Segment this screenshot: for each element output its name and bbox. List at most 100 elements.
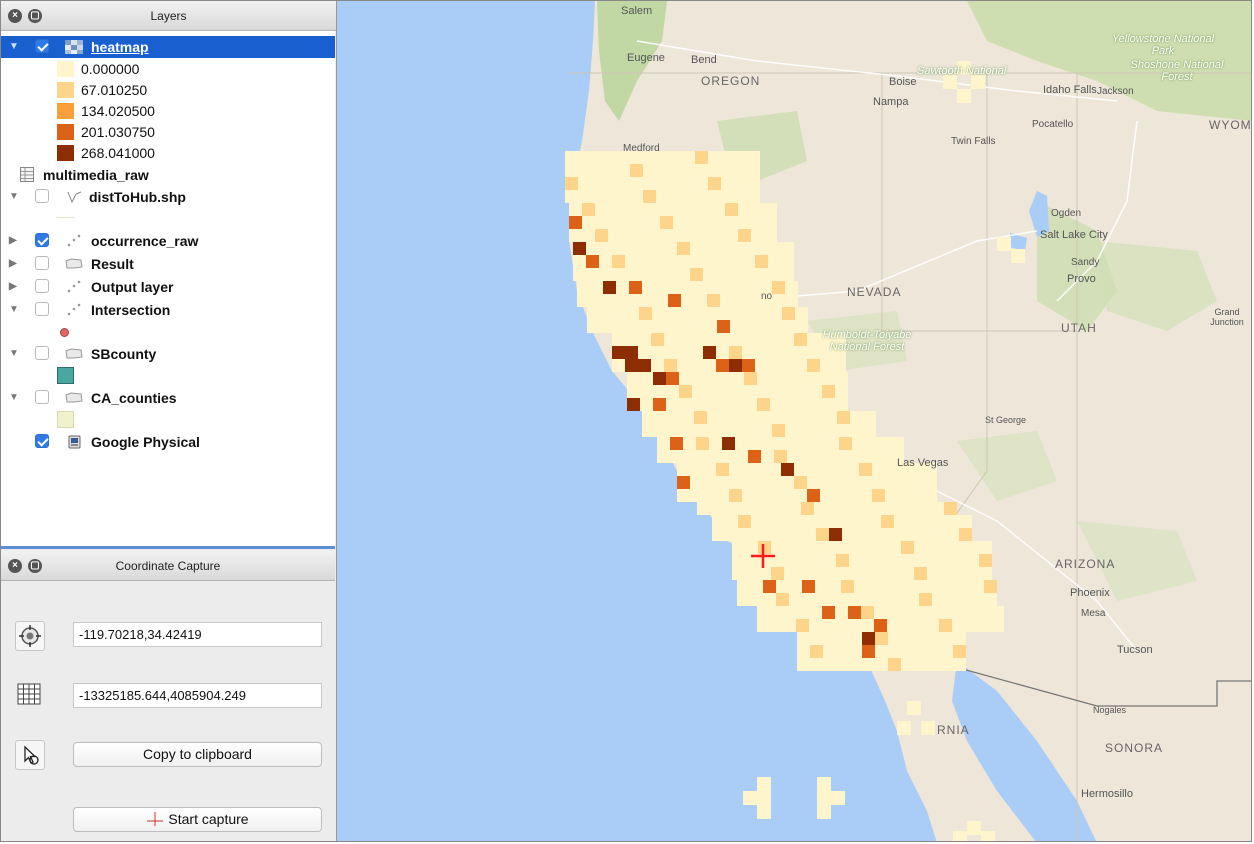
float-panel-icon[interactable]: ▢ (28, 559, 42, 573)
heatmap-cell (640, 398, 653, 411)
heatmap-cell (809, 398, 822, 411)
heatmap-cell (979, 567, 992, 580)
heatmap-cell (722, 437, 735, 450)
heatmap-cell (774, 450, 787, 463)
layer-visibility-checkbox[interactable] (35, 39, 49, 53)
heatmap-cell (763, 593, 776, 606)
heatmap-cell (612, 268, 625, 281)
expand-arrow-icon[interactable]: ▶ (9, 253, 17, 275)
layer-visibility-checkbox[interactable] (35, 390, 49, 404)
map-label-jackson: Jackson (1097, 86, 1134, 97)
heatmap-cell (887, 606, 900, 619)
layer-occurrence-raw[interactable]: ▶ occurrence_raw (1, 230, 335, 252)
heatmap-cell (885, 489, 898, 502)
collapse-arrow-icon[interactable]: ▼ (9, 299, 19, 321)
heatmap-cell (810, 554, 823, 567)
layer-google-physical[interactable]: Google Physical (1, 431, 335, 453)
heatmap-cell (841, 580, 854, 593)
heatmap-cell (872, 489, 885, 502)
float-panel-icon[interactable]: ▢ (28, 9, 42, 23)
collapse-arrow-icon[interactable]: ▼ (9, 36, 19, 58)
heatmap-cell (666, 398, 679, 411)
heatmap-cell (757, 372, 770, 385)
projected-crs-icon[interactable] (15, 681, 45, 711)
heatmap-cell (660, 229, 673, 242)
layer-multimedia-raw[interactable]: multimedia_raw (1, 164, 335, 186)
layer-ca-counties[interactable]: ▼ CA_counties (1, 387, 335, 409)
table-icon (20, 167, 34, 182)
layer-output[interactable]: ▶ Output layer (1, 276, 335, 298)
layer-visibility-checkbox[interactable] (35, 189, 49, 203)
heatmap-cell (772, 411, 785, 424)
heatmap-cell (617, 177, 630, 190)
heatmap-cell (612, 255, 625, 268)
heatmap-cell (621, 216, 634, 229)
layer-intersection[interactable]: ▼ Intersection (1, 299, 335, 321)
heatmap-cell (790, 528, 803, 541)
layer-sbcounty[interactable]: ▼ SBcounty (1, 343, 335, 365)
heatmap-cell (861, 606, 874, 619)
start-capture-button[interactable]: Start capture (73, 807, 322, 832)
collapse-arrow-icon[interactable]: ▼ (9, 186, 19, 208)
heatmap-cell (831, 791, 845, 805)
heatmap-cell (703, 242, 716, 255)
heatmap-cell (984, 593, 997, 606)
heatmap-cell (746, 424, 759, 437)
heatmap-cell (835, 385, 848, 398)
heatmap-cell (604, 177, 617, 190)
layer-name: Google Physical (91, 434, 200, 450)
close-panel-icon[interactable]: × (8, 559, 22, 573)
heatmap-cell (733, 294, 746, 307)
layer-result[interactable]: ▶ Result (1, 253, 335, 275)
layer-visibility-checkbox[interactable] (35, 434, 49, 448)
layer-name: Output layer (91, 279, 174, 295)
heatmap-cell (822, 385, 835, 398)
heatmap-cell (757, 777, 771, 791)
heatmap-cell (794, 333, 807, 346)
heatmap-cell (734, 164, 747, 177)
heatmap-cell (943, 75, 957, 89)
collapse-arrow-icon[interactable]: ▼ (9, 343, 19, 365)
expand-arrow-icon[interactable]: ▶ (9, 230, 17, 252)
heatmap-cell (630, 164, 643, 177)
heatmap-cell (664, 333, 677, 346)
heatmap-cell (737, 593, 750, 606)
layer-disttohub[interactable]: ▼ distToHub.shp (1, 186, 335, 208)
copy-to-clipboard-button[interactable]: Copy to clipboard (73, 742, 322, 767)
layer-visibility-checkbox[interactable] (35, 346, 49, 360)
heatmap-cell (769, 320, 782, 333)
point-layer-icon (67, 280, 81, 293)
heatmap-cell (696, 450, 709, 463)
heatmap-cell (965, 619, 978, 632)
geographic-coordinate-field[interactable]: -119.70218,34.42419 (73, 622, 322, 647)
heatmap-cell (803, 528, 816, 541)
heatmap-cell (682, 151, 695, 164)
heatmap-cell (874, 619, 887, 632)
layer-heatmap[interactable]: ▼ heatmap (1, 36, 335, 58)
heatmap-cell (781, 346, 794, 359)
heatmap-cell (769, 307, 782, 320)
map-canvas[interactable]: Salem Eugene Bend OREGON Boise Nampa Saw… (337, 1, 1251, 841)
collapse-arrow-icon[interactable]: ▼ (9, 387, 19, 409)
projected-coordinate-field[interactable]: -13325185.644,4085904.249 (73, 683, 322, 708)
heatmap-cell (690, 476, 703, 489)
heatmap-cell (716, 242, 729, 255)
geographic-crs-icon[interactable] (15, 621, 45, 651)
heatmap-cell (703, 489, 716, 502)
layer-visibility-checkbox[interactable] (35, 302, 49, 316)
expand-arrow-icon[interactable]: ▶ (9, 276, 17, 298)
layer-visibility-checkbox[interactable] (35, 279, 49, 293)
layer-visibility-checkbox[interactable] (35, 233, 49, 247)
layer-visibility-checkbox[interactable] (35, 256, 49, 270)
heatmap-cell (921, 721, 935, 735)
heatmap-cell (823, 658, 836, 671)
heatmap-cell (717, 307, 730, 320)
heatmap-cell (625, 333, 638, 346)
track-mouse-icon[interactable] (15, 740, 45, 770)
close-panel-icon[interactable]: × (8, 9, 22, 23)
heatmap-cell (712, 515, 725, 528)
heatmap-cell (829, 528, 842, 541)
heatmap-cell (979, 541, 992, 554)
heatmap-cell (708, 177, 721, 190)
heatmap-cell (867, 580, 880, 593)
